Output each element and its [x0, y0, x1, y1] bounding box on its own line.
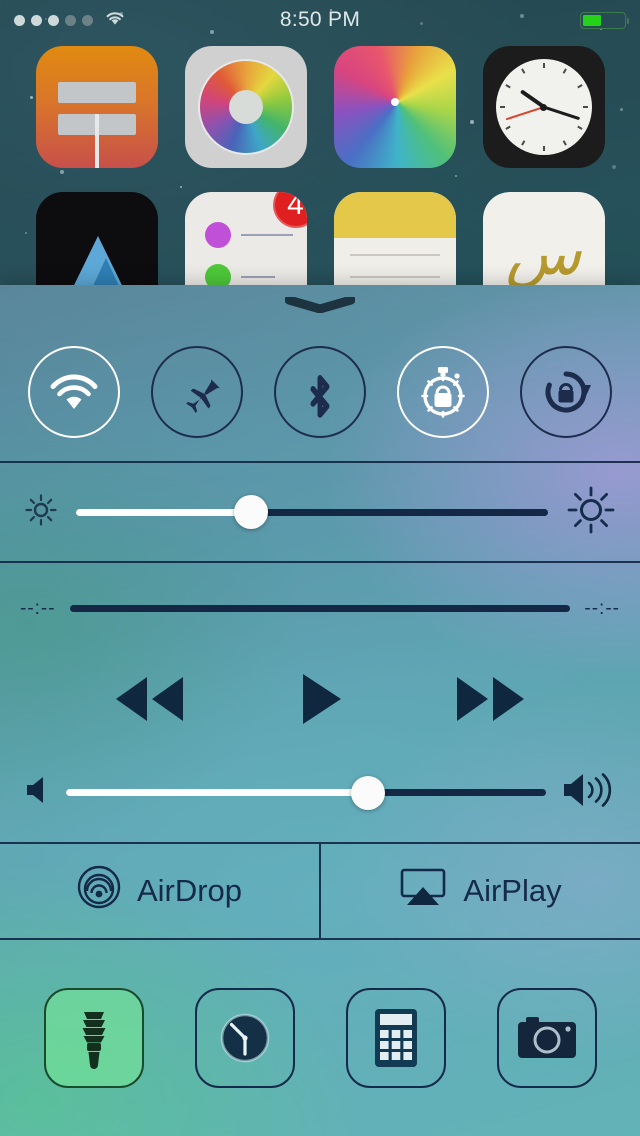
color-wheel-hub — [228, 90, 263, 124]
airplay-button[interactable]: AirPlay — [321, 844, 640, 938]
battery-fill — [583, 14, 601, 26]
sharing-row: AirDrop AirPlay — [0, 844, 640, 938]
wifi-icon — [104, 9, 126, 31]
notes-header-band — [333, 192, 456, 238]
sign-post — [94, 114, 99, 168]
camera-button[interactable] — [496, 988, 597, 1088]
signal-dot-1 — [14, 14, 25, 26]
reminders-badge: 4 — [272, 192, 307, 228]
control-center-panel: --:-- --:-- AirDrop AirPlay — [0, 285, 640, 1136]
shortcuts-row — [0, 940, 640, 1136]
status-bar-right — [580, 11, 629, 29]
color-wheel-app-icon[interactable] — [184, 46, 307, 168]
rewind-button[interactable] — [111, 673, 187, 725]
signal-dot-5 — [82, 14, 93, 26]
speaker-mute-icon — [24, 774, 50, 811]
control-center-grabber-area[interactable] — [0, 285, 640, 323]
rotation-lock-toggle[interactable] — [520, 346, 613, 438]
airdrop-icon — [77, 865, 121, 917]
brightness-thumb[interactable] — [233, 495, 268, 529]
clock-face — [495, 59, 592, 155]
battery-icon — [580, 11, 629, 29]
app-row-1 — [0, 46, 640, 168]
flashlight-icon — [70, 1007, 118, 1069]
do-not-disturb-toggle[interactable] — [397, 346, 490, 438]
clock-minute-hand — [543, 105, 581, 121]
playback-scrubber-row: --:-- --:-- — [20, 574, 620, 644]
status-bar: 8:50 PM — [0, 0, 640, 40]
photos-center-dot — [390, 98, 399, 107]
volume-thumb[interactable] — [351, 775, 386, 810]
wifi-toggle[interactable] — [27, 346, 120, 438]
airplane-toggle[interactable] — [150, 346, 243, 438]
gold-script-glyph: س — [505, 220, 582, 288]
sun-small-icon — [24, 493, 58, 532]
playback-scrubber-track[interactable] — [69, 605, 571, 612]
clock-center-pin — [540, 103, 547, 111]
flashlight-button[interactable] — [43, 988, 144, 1088]
reminders-bullet-purple — [204, 222, 231, 248]
volume-slider[interactable] — [66, 775, 546, 810]
bluetooth-toggle[interactable] — [273, 346, 366, 438]
remaining-time-label: --:-- — [584, 597, 620, 619]
calculator-button[interactable] — [345, 988, 446, 1088]
clock-app-icon[interactable] — [482, 46, 605, 168]
sharing-divider — [319, 844, 321, 938]
signal-dot-4 — [65, 14, 76, 26]
speaker-waves-icon — [562, 771, 616, 814]
photos-app-icon[interactable] — [333, 46, 456, 168]
volume-row — [20, 754, 620, 832]
play-button[interactable] — [297, 671, 343, 727]
sign-bar-top — [57, 82, 136, 103]
timer-icon — [217, 1010, 273, 1066]
timer-button[interactable] — [194, 988, 295, 1088]
airdrop-button[interactable]: AirDrop — [0, 844, 319, 938]
status-bar-left — [14, 9, 126, 31]
reminders-line-1 — [240, 234, 293, 236]
airdrop-label: AirDrop — [136, 873, 243, 908]
brightness-slider[interactable] — [76, 495, 548, 529]
airplay-icon — [399, 867, 447, 915]
airplay-label: AirPlay — [463, 873, 562, 908]
brightness-fill — [76, 508, 251, 516]
reminders-line-2 — [240, 276, 275, 278]
color-wheel-graphic — [199, 61, 292, 153]
media-controls-section: --:-- --:-- — [0, 563, 640, 842]
signal-dot-2 — [31, 14, 42, 26]
camera-icon — [516, 1014, 578, 1062]
signal-dot-3 — [48, 14, 59, 26]
chevron-down-grabber-icon[interactable] — [285, 297, 355, 313]
clock-second-hand — [505, 106, 544, 121]
toggle-row — [0, 323, 640, 461]
transport-controls — [20, 644, 620, 754]
sign-app-icon[interactable] — [35, 46, 158, 168]
fast-forward-button[interactable] — [453, 673, 529, 725]
elapsed-time-label: --:-- — [20, 597, 56, 619]
calculator-icon — [373, 1007, 419, 1069]
sun-large-icon — [566, 485, 616, 540]
volume-fill — [66, 789, 369, 796]
brightness-row — [0, 463, 640, 561]
